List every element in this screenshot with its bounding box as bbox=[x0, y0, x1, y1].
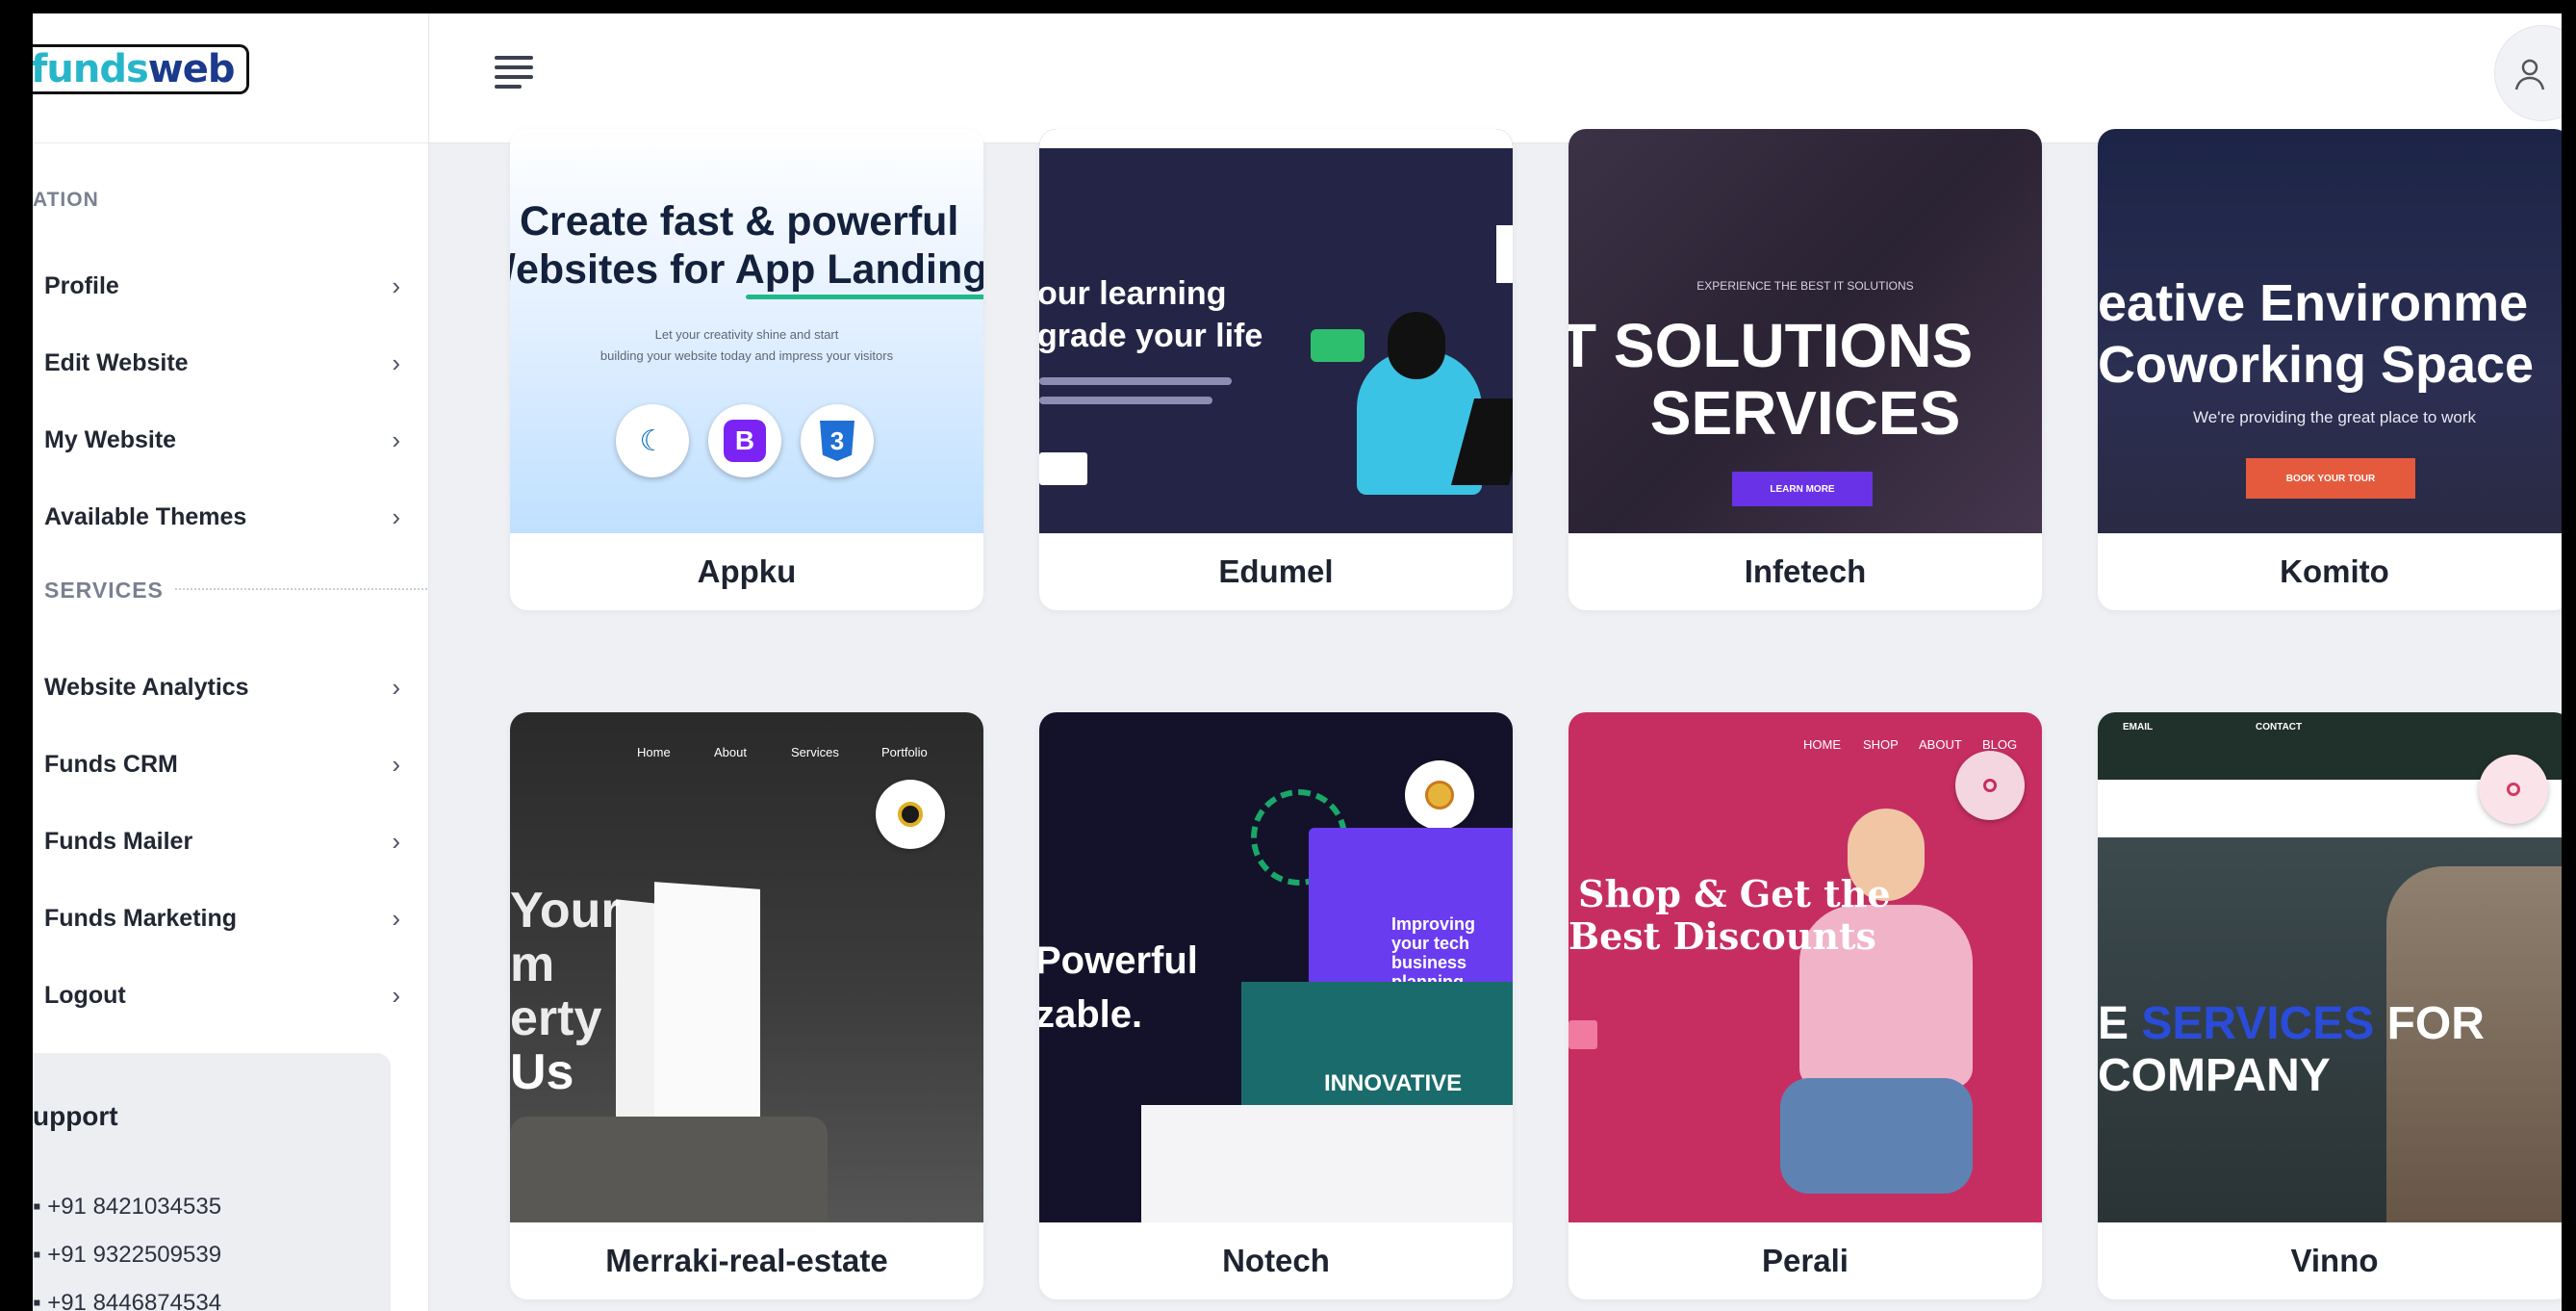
book-tour-button: BOOK YOUR TOUR bbox=[2246, 458, 2415, 499]
sidebar-item-funds-mailer[interactable]: Funds Mailer › bbox=[44, 812, 400, 870]
theme-card-appku[interactable]: Create fast & powerful /ebsites for App … bbox=[510, 129, 983, 610]
sidebar-item-profile[interactable]: Profile › bbox=[44, 257, 400, 315]
theme-preview: Home About Services Portfolio Your m ert… bbox=[510, 712, 983, 1222]
sidebar-item-available-themes[interactable]: Available Themes › bbox=[44, 488, 400, 546]
app-window: funds web ATION Profile › Edit Website › My… bbox=[33, 13, 2562, 1311]
girl-illustration bbox=[1780, 789, 1973, 1222]
theme-name: Komito bbox=[2280, 553, 2389, 589]
theme-name: Merraki-real-estate bbox=[605, 1243, 888, 1278]
support-phone[interactable]: ▪ +91 9322509539 bbox=[33, 1242, 221, 1269]
sidebar-item-funds-crm[interactable]: Funds CRM › bbox=[44, 735, 400, 793]
headline-underline bbox=[746, 295, 983, 299]
theme-name: Edumel bbox=[1218, 553, 1334, 589]
css3-icon: 3 bbox=[801, 404, 874, 477]
support-title: upport bbox=[33, 1101, 118, 1131]
fundsweb-logo[interactable]: funds web bbox=[33, 44, 249, 94]
hamburger-menu-icon[interactable] bbox=[495, 56, 533, 89]
chevron-right-icon: › bbox=[392, 903, 400, 933]
sidebar-item-website-analytics[interactable]: Website Analytics › bbox=[44, 658, 400, 716]
wall-frame bbox=[654, 882, 760, 1140]
section-divider bbox=[175, 588, 427, 590]
sidebar-section-label: ATION bbox=[33, 189, 99, 211]
preview-panel bbox=[1141, 1105, 1513, 1222]
theme-preview: our learning grade your life bbox=[1039, 129, 1513, 533]
theme-card-komito[interactable]: eative Environme Coworking Space We're p… bbox=[2098, 129, 2562, 610]
theme-preview: EXPERIENCE THE BEST IT SOLUTIONS T SOLUT… bbox=[1569, 129, 2042, 533]
award-badge-icon bbox=[1405, 760, 1474, 830]
support-phone[interactable]: ▪ +91 8421034535 bbox=[33, 1194, 221, 1221]
logo-area: funds web bbox=[33, 13, 428, 143]
theme-name: Appku bbox=[697, 553, 797, 589]
chevron-right-icon: › bbox=[392, 749, 400, 779]
chevron-right-icon: › bbox=[392, 501, 400, 531]
sidebar-item-my-website[interactable]: My Website › bbox=[44, 411, 400, 469]
support-card bbox=[33, 1053, 391, 1311]
theme-preview: eative Environme Coworking Space We're p… bbox=[2098, 129, 2562, 533]
theme-card-infetech[interactable]: EXPERIENCE THE BEST IT SOLUTIONS T SOLUT… bbox=[1569, 129, 2042, 610]
theme-name: Notech bbox=[1222, 1243, 1330, 1278]
learn-more-button: LEARN MORE bbox=[1732, 472, 1873, 506]
user-avatar-icon[interactable] bbox=[2494, 25, 2562, 121]
chevron-right-icon: › bbox=[392, 826, 400, 856]
sidebar-item-edit-website[interactable]: Edit Website › bbox=[44, 334, 400, 392]
chevron-right-icon: › bbox=[392, 980, 400, 1010]
sidebar: funds web ATION Profile › Edit Website › My… bbox=[33, 13, 429, 1311]
theme-preview: Improving your tech business planning Po… bbox=[1039, 712, 1513, 1222]
support-phone[interactable]: ▪ +91 8446874534 bbox=[33, 1290, 221, 1311]
services-section-label: SERVICES bbox=[44, 578, 164, 603]
theme-name: Vinno bbox=[2290, 1243, 2379, 1278]
theme-preview: HOME SHOP ABOUT BLOG Shop & Get the Best… bbox=[1569, 712, 2042, 1222]
chevron-right-icon: › bbox=[392, 270, 400, 300]
sofa-illustration bbox=[510, 1117, 828, 1222]
sidebar-item-logout[interactable]: Logout › bbox=[44, 966, 400, 1024]
chevron-right-icon: › bbox=[392, 424, 400, 454]
bootstrap-icon: B bbox=[708, 404, 781, 477]
theme-name: Perali bbox=[1762, 1243, 1849, 1278]
chevron-right-icon: › bbox=[392, 347, 400, 377]
theme-card-vinno[interactable]: EMAIL CONTACT E SERVICES FOR COMPANY Vin… bbox=[2098, 712, 2562, 1299]
theme-name: Infetech bbox=[1744, 553, 1867, 589]
sidebar-item-funds-marketing[interactable]: Funds Marketing › bbox=[44, 889, 400, 947]
cta-button bbox=[1039, 452, 1087, 485]
theme-card-merraki-real-estate[interactable]: Home About Services Portfolio Your m ert… bbox=[510, 712, 983, 1299]
chat-bubble-icon bbox=[1311, 329, 1365, 362]
trophy-badge-icon bbox=[876, 780, 945, 849]
theme-card-notech[interactable]: Improving your tech business planning Po… bbox=[1039, 712, 1513, 1299]
badge-icon bbox=[2479, 755, 2548, 824]
theme-preview: EMAIL CONTACT E SERVICES FOR COMPANY bbox=[2098, 712, 2562, 1222]
theme-card-edumel[interactable]: our learning grade your life Edumel bbox=[1039, 129, 1513, 610]
chevron-right-icon: › bbox=[392, 672, 400, 702]
jquery-icon: ☾ bbox=[616, 404, 689, 477]
theme-card-perali[interactable]: HOME SHOP ABOUT BLOG Shop & Get the Best… bbox=[1569, 712, 2042, 1299]
topbar bbox=[429, 13, 2562, 143]
theme-preview: Create fast & powerful /ebsites for App … bbox=[510, 129, 983, 533]
